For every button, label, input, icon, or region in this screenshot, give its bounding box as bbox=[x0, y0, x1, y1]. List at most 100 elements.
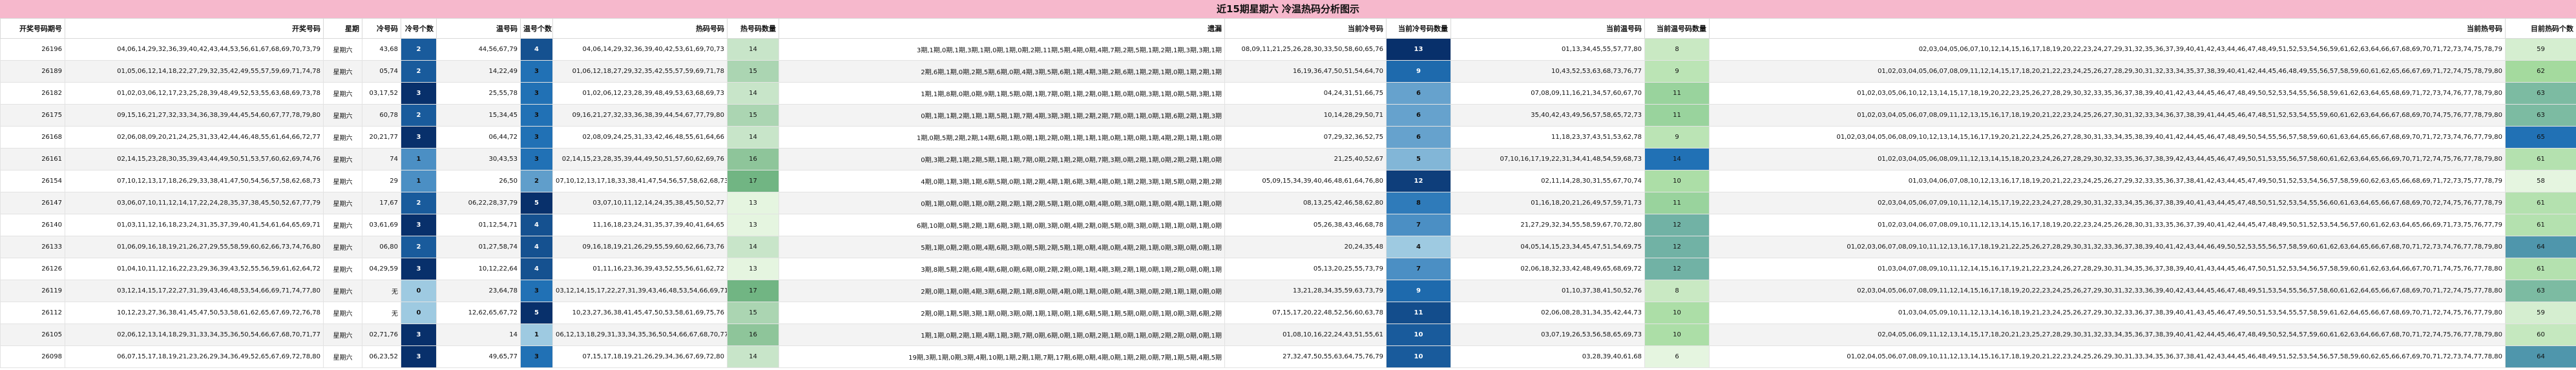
cell-weekday[interactable]: 星期六 bbox=[323, 60, 362, 83]
cell-issue[interactable]: 26168 bbox=[0, 126, 65, 149]
cell-cur-warm[interactable]: 02,06,08,28,31,34,35,42,44,73 bbox=[1450, 302, 1645, 324]
cell-cold-count[interactable]: 1 bbox=[401, 148, 437, 170]
cell-target-hot-count[interactable]: 64 bbox=[2505, 345, 2576, 368]
cell-warm-count[interactable]: 1 bbox=[520, 324, 553, 346]
cell-cur-warm-count[interactable]: 12 bbox=[1644, 214, 1710, 236]
cell-warm-count[interactable]: 3 bbox=[520, 60, 553, 83]
cell-cur-warm-count[interactable]: 11 bbox=[1644, 104, 1710, 127]
cell-warm-count[interactable]: 5 bbox=[520, 302, 553, 324]
cell-cur-cold[interactable]: 16,19,36,47,50,51,54,64,70 bbox=[1224, 60, 1387, 83]
cell-omission[interactable]: 0期,3期,2期,1期,2期,5期,1期,1期,7期,0期,2期,1期,2期,0… bbox=[779, 148, 1225, 170]
header-target-hot-count[interactable]: 目前热码个数 bbox=[2505, 18, 2576, 39]
cell-cur-warm[interactable]: 35,40,42,43,49,56,57,58,65,72,73 bbox=[1450, 104, 1645, 127]
cell-target-hot-count[interactable]: 61 bbox=[2505, 148, 2576, 170]
cell-draw[interactable]: 10,12,23,27,36,38,41,45,47,50,53,58,61,6… bbox=[65, 302, 324, 324]
cell-cur-cold-count[interactable]: 8 bbox=[1386, 192, 1451, 214]
cell-draw[interactable]: 06,07,15,17,18,19,21,23,26,29,34,36,49,5… bbox=[65, 345, 324, 368]
cell-hot[interactable]: 01,02,06,12,23,28,39,48,49,53,63,68,69,7… bbox=[552, 82, 728, 105]
cell-warm-count[interactable]: 4 bbox=[520, 236, 553, 258]
cell-weekday[interactable]: 星期六 bbox=[323, 38, 362, 61]
cell-weekday[interactable]: 星期六 bbox=[323, 148, 362, 170]
cell-hot[interactable]: 03,12,14,15,17,22,27,31,39,43,46,48,53,5… bbox=[552, 280, 728, 302]
cell-cur-warm[interactable]: 07,08,09,11,16,21,34,57,60,67,70 bbox=[1450, 82, 1645, 105]
header-cold-count[interactable]: 冷号个数 bbox=[401, 18, 437, 39]
cell-issue[interactable]: 26175 bbox=[0, 104, 65, 127]
cell-cur-warm[interactable]: 01,10,37,38,41,50,52,76 bbox=[1450, 280, 1645, 302]
cell-hot[interactable]: 11,16,18,23,24,31,35,37,39,40,41,64,65 bbox=[552, 214, 728, 236]
cell-omission[interactable]: 0期,1期,1期,2期,1期,1期,5期,1期,7期,4期,3期,3期,1期,2… bbox=[779, 104, 1225, 127]
cell-target-hot-count[interactable]: 65 bbox=[2505, 126, 2576, 149]
cell-cold[interactable]: 无 bbox=[362, 280, 401, 302]
cell-cold[interactable]: 03,17,52 bbox=[362, 82, 401, 105]
cell-cur-warm-count[interactable]: 9 bbox=[1644, 126, 1710, 149]
cell-hot[interactable]: 06,12,13,18,29,31,33,34,35,36,50,54,66,6… bbox=[552, 324, 728, 346]
cell-omission[interactable]: 2期,6期,1期,0期,2期,5期,6期,0期,4期,3期,5期,6期,1期,4… bbox=[779, 60, 1225, 83]
header-cur-warm[interactable]: 当前温号码 bbox=[1450, 18, 1645, 39]
cell-cold-count[interactable]: 2 bbox=[401, 192, 437, 214]
cell-cold[interactable]: 03,61,69 bbox=[362, 214, 401, 236]
cell-cur-cold-count[interactable]: 6 bbox=[1386, 126, 1451, 149]
cell-weekday[interactable]: 星期六 bbox=[323, 214, 362, 236]
cell-cur-warm[interactable]: 11,18,23,37,43,51,53,62,78 bbox=[1450, 126, 1645, 149]
cell-cur-cold[interactable]: 20,24,35,48 bbox=[1224, 236, 1387, 258]
cell-issue[interactable]: 26126 bbox=[0, 258, 65, 280]
cell-issue[interactable]: 26161 bbox=[0, 148, 65, 170]
cell-cold-count[interactable]: 3 bbox=[401, 258, 437, 280]
cell-draw[interactable]: 01,06,09,16,18,19,21,26,27,29,55,58,59,6… bbox=[65, 236, 324, 258]
cell-cold[interactable]: 06,80 bbox=[362, 236, 401, 258]
cell-cur-hot[interactable]: 01,02,03,04,05,06,07,08,09,11,12,13,15,1… bbox=[1709, 104, 2506, 127]
cell-omission[interactable]: 3期,1期,0期,1期,3期,1期,0期,1期,0期,2期,11期,5期,4期,… bbox=[779, 38, 1225, 61]
cell-cur-cold-count[interactable]: 10 bbox=[1386, 324, 1451, 346]
cell-cur-warm[interactable]: 01,13,34,45,55,57,77,80 bbox=[1450, 38, 1645, 61]
cell-draw[interactable]: 01,04,10,11,12,16,22,23,29,36,39,43,52,5… bbox=[65, 258, 324, 280]
cell-cur-warm-count[interactable]: 14 bbox=[1644, 148, 1710, 170]
cell-weekday[interactable]: 星期六 bbox=[323, 170, 362, 192]
cell-cold-count[interactable]: 1 bbox=[401, 170, 437, 192]
cell-cur-warm[interactable]: 10,43,52,53,63,68,73,76,77 bbox=[1450, 60, 1645, 83]
cell-warm-count[interactable]: 3 bbox=[520, 148, 553, 170]
cell-target-hot-count[interactable]: 62 bbox=[2505, 60, 2576, 83]
cell-draw[interactable]: 02,06,12,13,14,18,29,31,33,34,35,36,50,5… bbox=[65, 324, 324, 346]
cell-hot-count[interactable]: 15 bbox=[727, 302, 779, 324]
cell-cur-warm-count[interactable]: 10 bbox=[1644, 302, 1710, 324]
cell-warm[interactable]: 23,64,78 bbox=[436, 280, 521, 302]
cell-cold-count[interactable]: 2 bbox=[401, 104, 437, 127]
cell-cur-warm-count[interactable]: 9 bbox=[1644, 60, 1710, 83]
cell-hot[interactable]: 07,10,12,13,17,18,33,38,41,47,54,56,57,5… bbox=[552, 170, 728, 192]
cell-omission[interactable]: 2期,0期,1期,5期,3期,1期,0期,3期,0期,1期,1期,0期,1期,6… bbox=[779, 302, 1225, 324]
cell-weekday[interactable]: 星期六 bbox=[323, 104, 362, 127]
cell-cur-hot[interactable]: 02,03,04,05,06,07,08,09,11,12,14,15,16,1… bbox=[1709, 280, 2506, 302]
cell-cur-warm[interactable]: 02,06,18,32,33,42,48,49,65,68,69,72 bbox=[1450, 258, 1645, 280]
cell-cur-warm-count[interactable]: 10 bbox=[1644, 170, 1710, 192]
cell-draw[interactable]: 07,10,12,13,17,18,26,29,33,38,41,47,50,5… bbox=[65, 170, 324, 192]
cell-hot-count[interactable]: 15 bbox=[727, 104, 779, 127]
cell-warm-count[interactable]: 3 bbox=[520, 126, 553, 149]
cell-weekday[interactable]: 星期六 bbox=[323, 280, 362, 302]
cell-cold[interactable]: 04,29,59 bbox=[362, 258, 401, 280]
cell-cur-cold-count[interactable]: 12 bbox=[1386, 170, 1451, 192]
cell-cur-cold[interactable]: 01,08,10,16,22,24,43,51,55,61 bbox=[1224, 324, 1387, 346]
cell-cur-warm[interactable]: 01,16,18,20,21,26,49,57,59,71,73 bbox=[1450, 192, 1645, 214]
cell-target-hot-count[interactable]: 59 bbox=[2505, 302, 2576, 324]
header-draw[interactable]: 开奖号码 bbox=[65, 18, 324, 39]
cell-cold-count[interactable]: 2 bbox=[401, 236, 437, 258]
cell-hot-count[interactable]: 13 bbox=[727, 214, 779, 236]
cell-cur-cold[interactable]: 08,09,11,21,25,26,28,30,33,50,58,60,65,7… bbox=[1224, 38, 1387, 61]
header-cur-cold-count[interactable]: 当前冷号码数量 bbox=[1386, 18, 1451, 39]
cell-cur-cold[interactable]: 07,29,32,36,52,75 bbox=[1224, 126, 1387, 149]
cell-hot[interactable]: 03,07,10,11,12,14,24,35,38,45,50,52,77 bbox=[552, 192, 728, 214]
cell-weekday[interactable]: 星期六 bbox=[323, 192, 362, 214]
cell-issue[interactable]: 26182 bbox=[0, 82, 65, 105]
cell-warm-count[interactable]: 4 bbox=[520, 258, 553, 280]
cell-cur-cold-count[interactable]: 5 bbox=[1386, 148, 1451, 170]
cell-cur-cold[interactable]: 13,21,28,34,35,59,63,73,79 bbox=[1224, 280, 1387, 302]
cell-cold-count[interactable]: 3 bbox=[401, 214, 437, 236]
cell-cur-warm-count[interactable]: 11 bbox=[1644, 192, 1710, 214]
cell-cold[interactable]: 02,71,76 bbox=[362, 324, 401, 346]
cell-cold-count[interactable]: 3 bbox=[401, 82, 437, 105]
cell-cold[interactable]: 29 bbox=[362, 170, 401, 192]
cell-cur-warm-count[interactable]: 6 bbox=[1644, 345, 1710, 368]
cell-cur-cold[interactable]: 27,32,47,50,55,63,64,75,76,79 bbox=[1224, 345, 1387, 368]
cell-cold-count[interactable]: 3 bbox=[401, 324, 437, 346]
cell-weekday[interactable]: 星期六 bbox=[323, 82, 362, 105]
